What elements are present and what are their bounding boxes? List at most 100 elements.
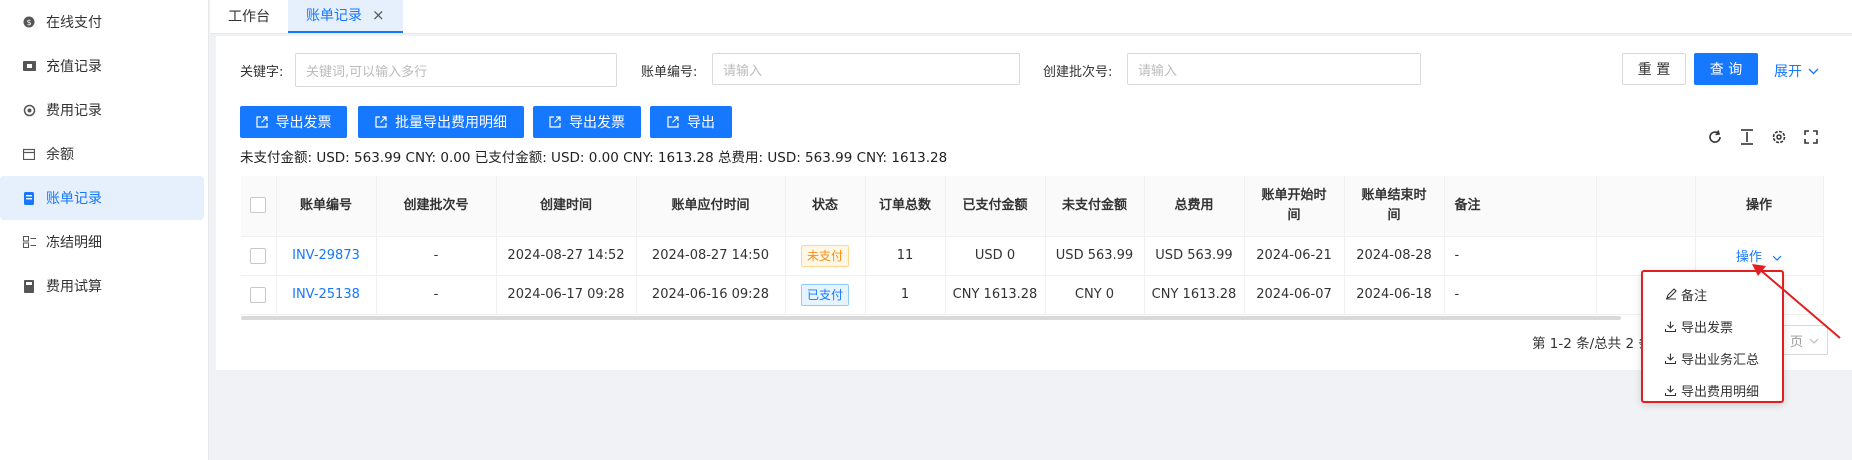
export-invoice-button-2[interactable]: 导出发票: [533, 106, 641, 138]
export-icon: [667, 116, 679, 128]
sidebar-item-fee-trial[interactable]: 费用试算: [0, 264, 204, 308]
header-paid[interactable]: 已支付金额: [945, 176, 1046, 237]
tab-bill-records[interactable]: 账单记录 ×: [288, 0, 403, 33]
sidebar-item-label: 费用试算: [46, 279, 102, 295]
cell-orders: 11: [865, 236, 946, 276]
header-total[interactable]: 总费用: [1144, 176, 1245, 237]
row-select-cell: [241, 275, 277, 315]
header-due[interactable]: 账单应付时间: [636, 176, 786, 237]
header-remark[interactable]: 备注: [1444, 176, 1597, 237]
cell-orders: 1: [865, 275, 946, 315]
cell-unpaid: USD 563.99: [1045, 236, 1145, 276]
bill-no-link[interactable]: INV-25138: [292, 287, 360, 302]
button-label: 导出发票: [569, 115, 625, 131]
search-button[interactable]: 查 询: [1694, 53, 1758, 85]
expand-link[interactable]: 展开: [1774, 61, 1819, 81]
download-icon: [1665, 385, 1679, 396]
sidebar-item-bill-records[interactable]: 账单记录: [0, 176, 204, 220]
header-end[interactable]: 账单结束时间: [1344, 176, 1445, 237]
header-start[interactable]: 账单开始时间: [1244, 176, 1345, 237]
sidebar-item-balance[interactable]: 余额: [0, 132, 204, 176]
refresh-coin-icon: [22, 103, 36, 117]
cell-unpaid: CNY 0: [1045, 275, 1145, 315]
cell-created: 2024-06-17 09:28: [496, 275, 637, 315]
svg-text:$: $: [26, 18, 31, 27]
header-end-line2: 间: [1387, 207, 1401, 223]
keyword-input[interactable]: 关键词,可以输入多行: [295, 53, 617, 87]
sidebar-item-recharge[interactable]: 充值记录: [0, 44, 204, 88]
sidebar-item-label: 在线支付: [46, 15, 102, 31]
tab-bar: 工作台 账单记录 ×: [210, 0, 1852, 34]
header-created[interactable]: 创建时间: [496, 176, 637, 237]
chevron-down-icon: [1809, 333, 1819, 348]
header-status[interactable]: 状态: [785, 176, 866, 237]
chevron-down-icon: [1772, 250, 1782, 265]
reset-button[interactable]: 重 置: [1622, 53, 1686, 85]
bill-no-input[interactable]: 请输入: [712, 53, 1020, 85]
header-unpaid[interactable]: 未支付金额: [1045, 176, 1145, 237]
menu-item-export-invoice[interactable]: 导出发票: [1643, 310, 1782, 342]
header-bill-no[interactable]: 账单编号: [276, 176, 377, 237]
batch-export-fee-details-button[interactable]: 批量导出费用明细: [358, 106, 524, 138]
button-label: 导出发票: [275, 115, 332, 131]
tab-label: 工作台: [228, 9, 270, 25]
fullscreen-icon[interactable]: [1801, 127, 1821, 147]
table-row: INV-25138 - 2024-06-17 09:28 2024-06-16 …: [241, 275, 1824, 315]
menu-item-label: 导出费用明细: [1681, 384, 1760, 400]
export-invoice-button[interactable]: 导出发票: [240, 106, 347, 138]
page-size-suffix: 页: [1789, 334, 1803, 350]
select-all-checkbox[interactable]: [250, 197, 267, 214]
close-icon[interactable]: ×: [372, 6, 385, 24]
cell-status: 未支付: [785, 236, 866, 276]
sidebar-item-label: 冻结明细: [46, 235, 102, 251]
sidebar-item-fee-records[interactable]: 费用记录: [0, 88, 204, 132]
operation-dropdown-trigger[interactable]: 操作: [1736, 250, 1782, 265]
column-height-icon[interactable]: [1737, 127, 1757, 147]
reload-icon[interactable]: [1705, 127, 1725, 147]
menu-item-export-business-summary[interactable]: 导出业务汇总: [1643, 342, 1782, 374]
batch-no-input[interactable]: 请输入: [1127, 53, 1421, 85]
cell-due: 2024-08-27 14:50: [636, 236, 786, 276]
button-label: 批量导出费用明细: [395, 115, 507, 131]
export-icon: [255, 116, 268, 128]
row-select-cell: [241, 236, 277, 276]
bill-no-label: 账单编号:: [641, 65, 698, 80]
sidebar-item-label: 充值记录: [46, 59, 102, 75]
calculator-icon: [22, 279, 36, 293]
header-spacer: [1596, 176, 1696, 237]
download-icon: [1665, 321, 1679, 332]
bill-table: 账单编号 创建批次号 创建时间 账单应付时间 状态 订单总数 已支付金额 未支付…: [241, 176, 1824, 315]
header-batch-no[interactable]: 创建批次号: [376, 176, 497, 237]
settings-icon[interactable]: [1769, 127, 1789, 147]
keyword-label: 关键字:: [240, 65, 284, 80]
select-all-cell: [241, 176, 277, 237]
menu-item-export-fee-details[interactable]: 导出费用明细: [1643, 374, 1782, 406]
bill-no-link[interactable]: INV-29873: [292, 248, 360, 263]
header-orders[interactable]: 订单总数: [865, 176, 946, 237]
cell-batch-no: -: [376, 275, 497, 315]
cell-due: 2024-06-16 09:28: [636, 275, 786, 315]
cell-remark: -: [1444, 275, 1597, 315]
menu-item-remark[interactable]: 备注: [1643, 278, 1782, 310]
cell-start: 2024-06-07: [1244, 275, 1345, 315]
tab-workbench[interactable]: 工作台: [210, 0, 288, 33]
row-checkbox[interactable]: [250, 286, 267, 303]
header-end-line1: 账单结束时: [1361, 187, 1427, 203]
sidebar-item-online-payment[interactable]: $ 在线支付: [0, 0, 204, 44]
table-row: INV-29873 - 2024-08-27 14:52 2024-08-27 …: [241, 236, 1824, 276]
button-label: 导出: [687, 115, 715, 131]
cell-end: 2024-08-28: [1344, 236, 1445, 276]
export-button[interactable]: 导出: [650, 106, 732, 138]
operation-dropdown-menu: 备注 导出发票 导出业务汇总 导出费用明细: [1641, 270, 1784, 403]
cell-end: 2024-06-18: [1344, 275, 1445, 315]
cell-paid: USD 0: [945, 236, 1046, 276]
sidebar: $ 在线支付 充值记录 费用记录 余额 账单记录 冻结明细 费用试算: [0, 0, 209, 460]
sidebar-item-frozen-details[interactable]: 冻结明细: [0, 220, 204, 264]
header-op: 操作: [1695, 176, 1824, 237]
row-checkbox[interactable]: [250, 247, 267, 264]
sidebar-item-label: 余额: [46, 147, 74, 163]
sidebar-item-label: 账单记录: [46, 191, 102, 207]
horizontal-scrollbar[interactable]: [241, 316, 1621, 320]
tab-label: 账单记录: [306, 8, 362, 24]
coin-icon: $: [22, 15, 36, 29]
